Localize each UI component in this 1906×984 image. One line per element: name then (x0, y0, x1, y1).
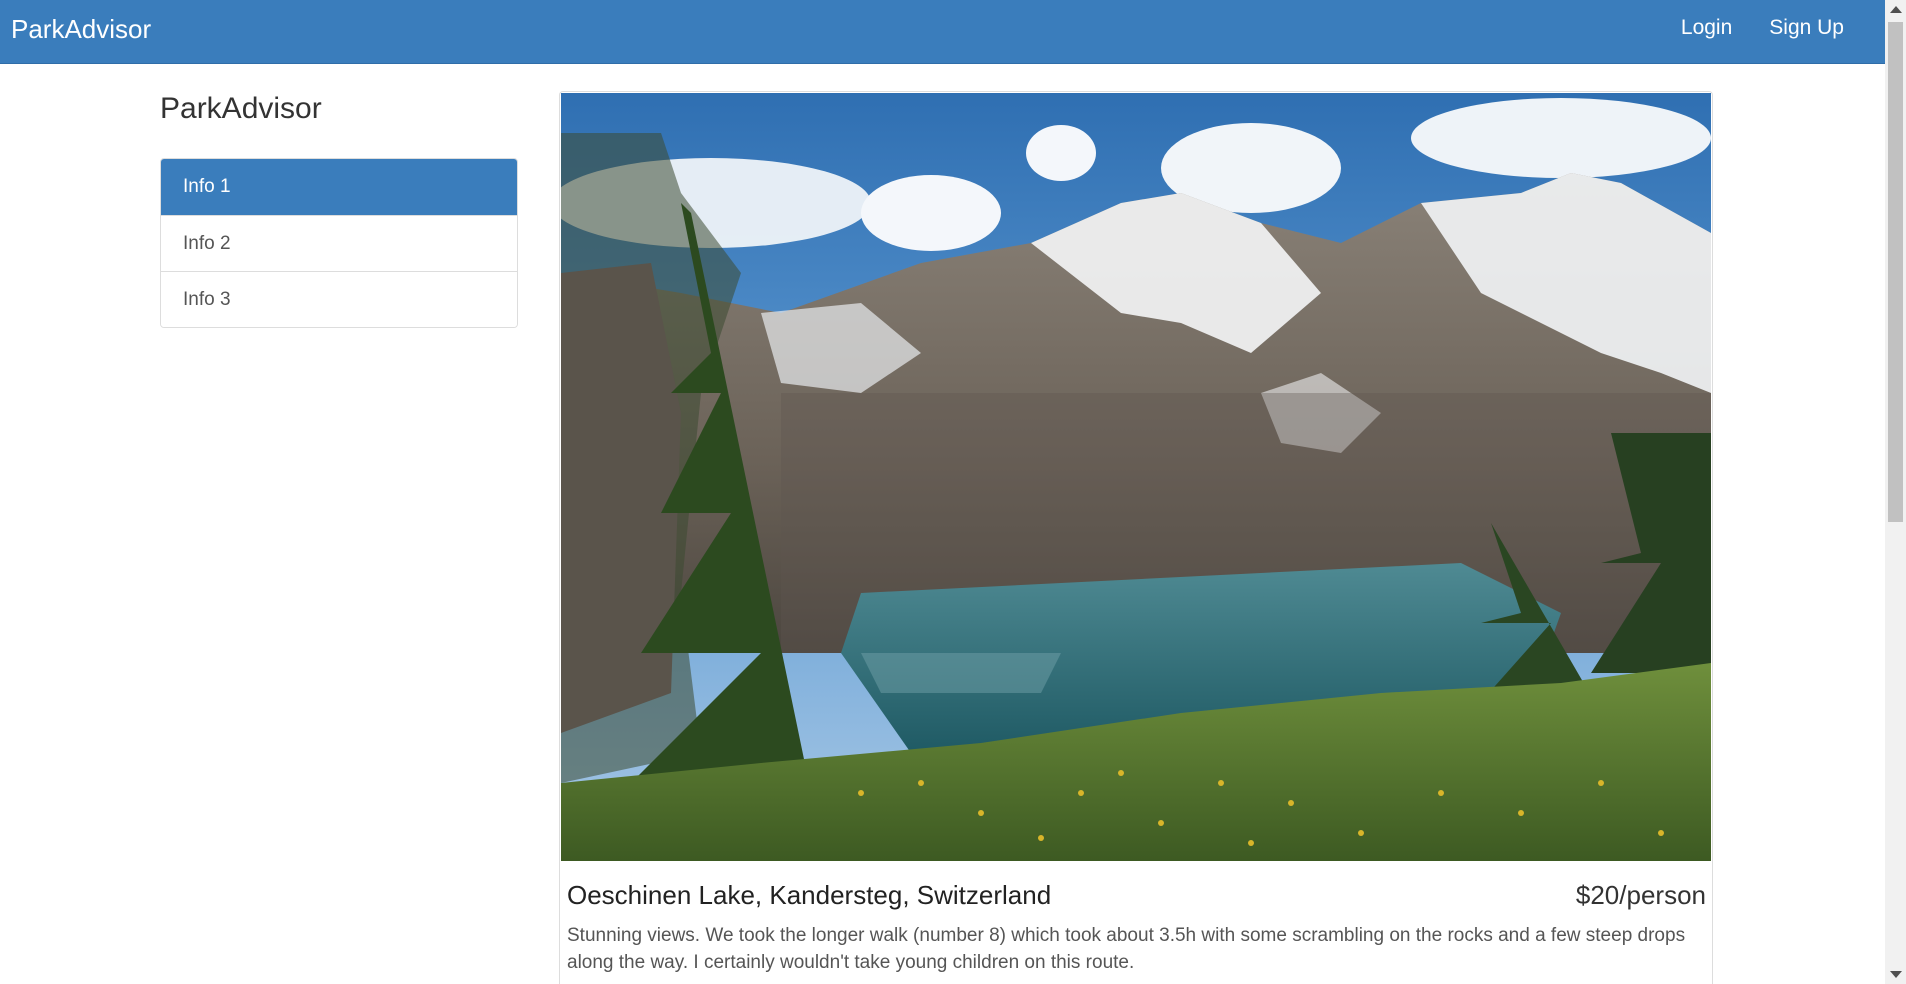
park-card: Oeschinen Lake, Kandersteg, Switzerland … (559, 91, 1713, 984)
list-item-info-3[interactable]: Info 3 (161, 271, 517, 327)
list-item-info-1[interactable]: Info 1 (161, 159, 517, 215)
top-navbar: ParkAdvisor Login Sign Up (0, 0, 1885, 64)
list-item-info-2[interactable]: Info 2 (161, 215, 517, 271)
info-list: Info 1 Info 2 Info 3 (160, 158, 518, 328)
brand-link[interactable]: ParkAdvisor (11, 14, 151, 45)
signup-link[interactable]: Sign Up (1769, 16, 1844, 40)
park-title: Oeschinen Lake, Kandersteg, Switzerland (567, 880, 1052, 910)
scrollbar-thumb[interactable] (1888, 22, 1903, 522)
vertical-scrollbar[interactable] (1885, 0, 1906, 984)
nav-links: Login Sign Up (1681, 16, 1844, 40)
login-link[interactable]: Login (1681, 16, 1732, 40)
park-photo (561, 93, 1711, 861)
scroll-up-icon[interactable] (1890, 6, 1902, 13)
park-description: Stunning views. We took the longer walk … (567, 925, 1686, 973)
sidebar-title: ParkAdvisor (160, 92, 322, 125)
park-price: $20/person (1575, 880, 1706, 910)
scroll-down-icon[interactable] (1890, 971, 1902, 978)
